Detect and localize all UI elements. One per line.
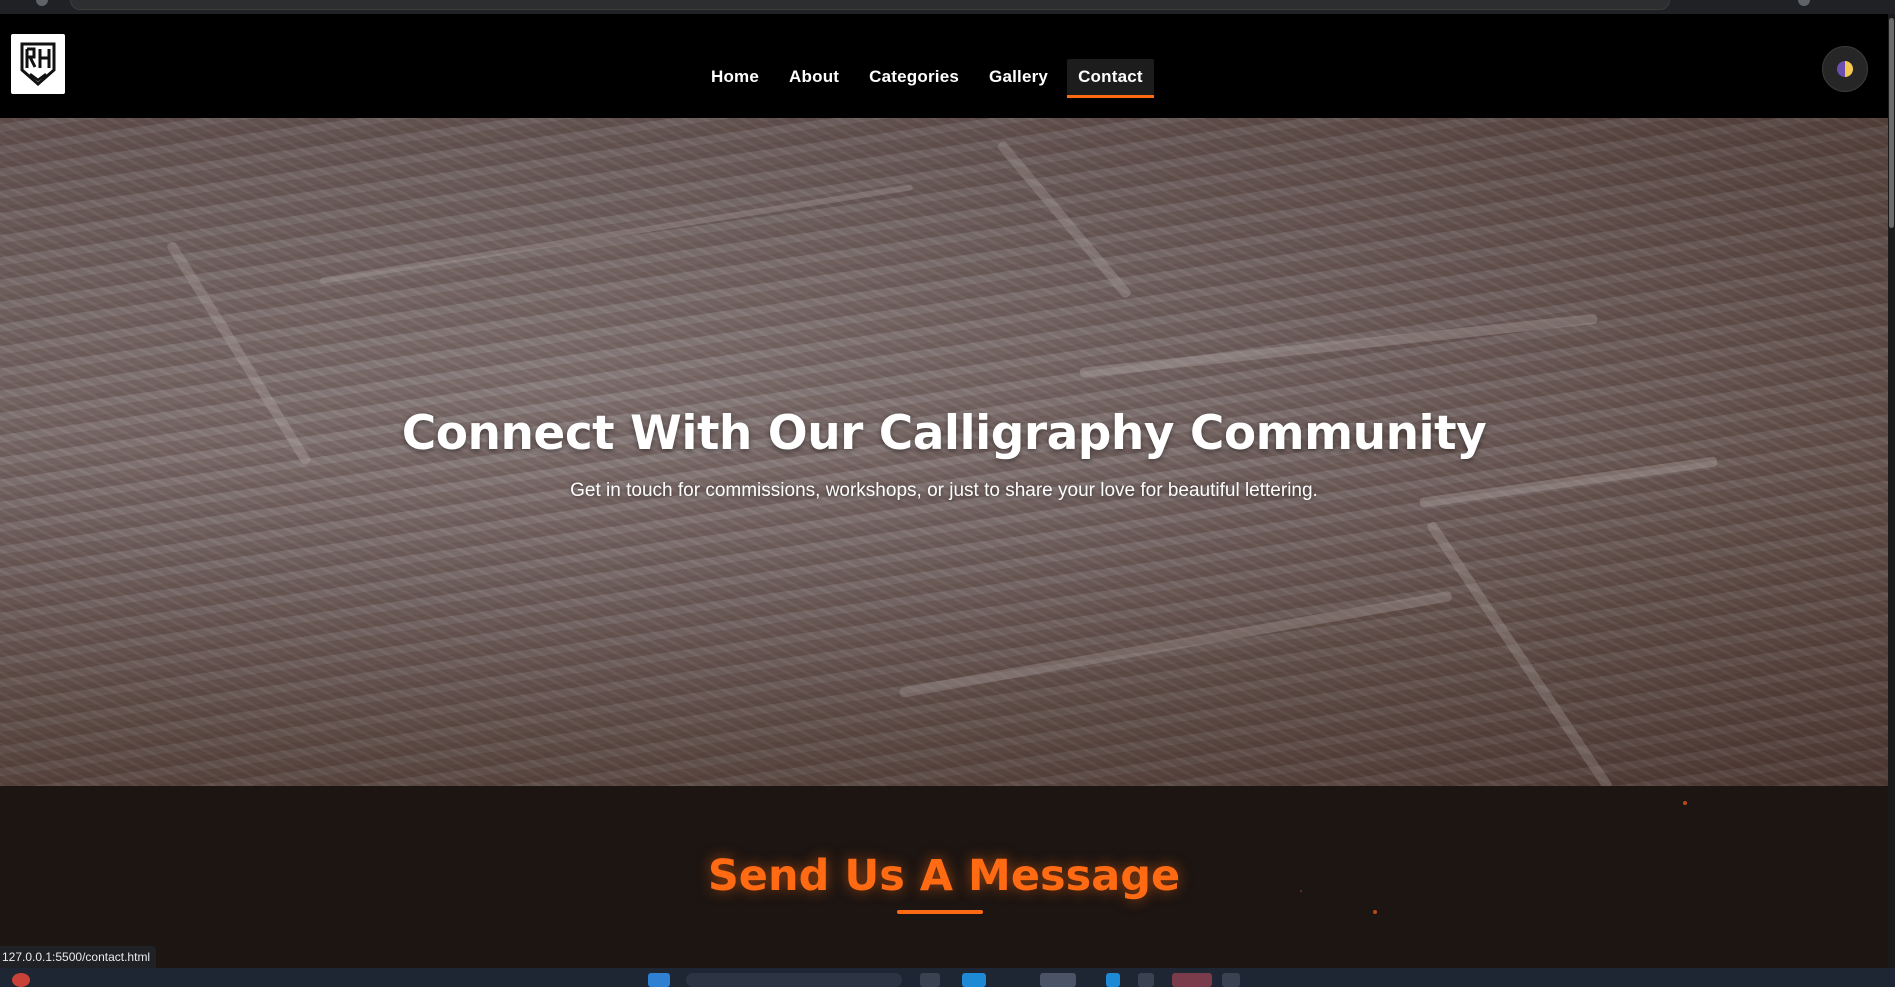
half-moon-theme-icon bbox=[1837, 61, 1853, 77]
reload-icon[interactable] bbox=[36, 0, 48, 6]
calligraphy-monogram-icon bbox=[20, 42, 56, 86]
browser-toolbar bbox=[0, 0, 1895, 14]
message-section: Send Us A Message bbox=[0, 786, 1888, 968]
scrollbar-thumb[interactable] bbox=[1889, 18, 1894, 228]
hero-subtitle: Get in touch for commissions, workshops,… bbox=[570, 480, 1318, 501]
nav-home[interactable]: Home bbox=[700, 59, 770, 95]
address-bar[interactable] bbox=[70, 0, 1670, 10]
ember-particle bbox=[1683, 801, 1687, 805]
section-title: Send Us A Message bbox=[707, 851, 1181, 901]
start-icon[interactable] bbox=[648, 973, 670, 987]
app-icon[interactable] bbox=[1172, 973, 1212, 987]
taskview-icon[interactable] bbox=[920, 973, 940, 987]
app-icon[interactable] bbox=[1222, 973, 1240, 987]
main-nav: Home About Categories Gallery Contact bbox=[700, 54, 1154, 100]
page-scrollbar[interactable] bbox=[1888, 14, 1895, 968]
site-logo[interactable] bbox=[11, 34, 65, 94]
theme-toggle-button[interactable] bbox=[1822, 46, 1868, 92]
taskbar-search[interactable] bbox=[686, 973, 902, 987]
link-status-url: 127.0.0.1:5500/contact.html bbox=[0, 946, 157, 968]
app-icon[interactable] bbox=[962, 973, 986, 987]
profile-avatar-icon[interactable] bbox=[1798, 0, 1810, 6]
nav-about[interactable]: About bbox=[778, 59, 850, 95]
hero-title: Connect With Our Calligraphy Community bbox=[401, 406, 1487, 461]
hero-banner: Connect With Our Calligraphy Community G… bbox=[0, 118, 1888, 786]
browser-app-icon[interactable] bbox=[1040, 973, 1076, 987]
nav-categories[interactable]: Categories bbox=[858, 59, 970, 95]
os-taskbar bbox=[0, 968, 1895, 987]
site-header: Home About Categories Gallery Contact bbox=[0, 14, 1888, 118]
weather-icon[interactable] bbox=[12, 973, 30, 987]
title-underline bbox=[897, 910, 983, 914]
app-icon[interactable] bbox=[1138, 973, 1154, 987]
nav-gallery[interactable]: Gallery bbox=[978, 59, 1059, 95]
nav-contact[interactable]: Contact bbox=[1067, 59, 1154, 98]
app-icon[interactable] bbox=[1106, 973, 1120, 987]
ember-particle bbox=[1373, 910, 1377, 914]
